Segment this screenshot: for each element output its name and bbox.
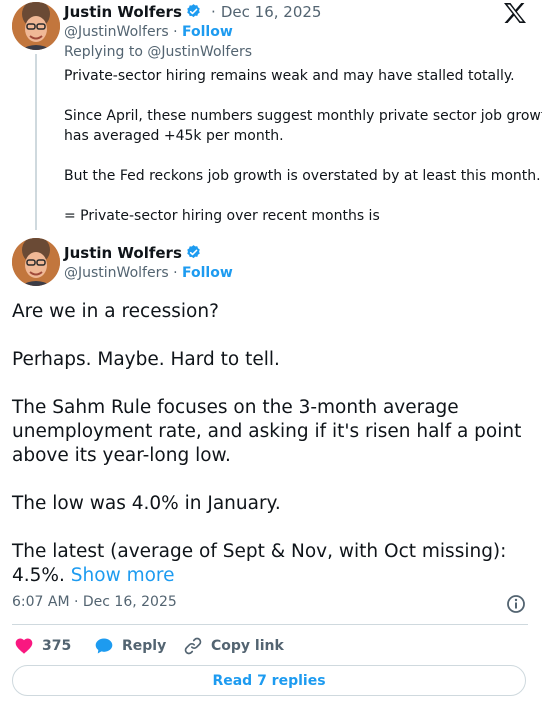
avatar-image [12,238,60,286]
copy-link-label: Copy link [211,638,284,654]
show-more-link[interactable]: Show more [71,565,175,586]
info-icon[interactable] [506,594,526,618]
author-handle-line: @JustinWolfers · Follow [64,265,233,281]
link-icon [184,637,202,655]
main-tweet-text: Are we in a recession? Perhaps. Maybe. H… [12,300,532,588]
verified-badge-icon [187,245,200,259]
separator: · [173,265,178,281]
like-button[interactable]: 375 [14,634,71,658]
text-line: The Sahm Rule focuses on the 3-month ave… [12,397,459,418]
reply-label: Reply [122,638,167,654]
author-handle[interactable]: @JustinWolfers [64,24,169,40]
avatar-image [12,2,60,50]
like-count: 375 [42,638,72,654]
text-line: The latest (average of Sept & Nov, with … [12,541,507,562]
tweet-date[interactable]: Dec 16, 2025 [221,3,322,21]
text-line-last: 4.5%. Show more [12,564,532,588]
read-replies-label: Read 7 replies [212,672,326,689]
separator: · [173,24,178,40]
main-tweet-header: Justin Wolfers [64,243,202,262]
tweet-timestamp[interactable]: 6:07 AM · Dec 16, 2025 [12,594,177,610]
separator: · [210,3,216,21]
reply-button[interactable]: Reply [94,634,166,658]
thread-line [35,54,37,230]
avatar[interactable] [12,2,60,50]
text-line: 4.5%. [12,565,65,586]
author-name[interactable]: Justin Wolfers [64,3,182,21]
verified-badge-icon [187,4,200,18]
reply-tweet-header: Justin Wolfers · Dec 16, 2025 [64,2,321,21]
text-line: Are we in a recession? [12,301,219,322]
text-line: above its year-long low. [12,445,231,466]
speech-bubble-icon [95,638,113,654]
avatar[interactable] [12,238,60,286]
replying-to[interactable]: Replying to @JustinWolfers [64,44,252,60]
author-name[interactable]: Justin Wolfers [64,244,182,262]
text-line: The low was 4.0% in January. [12,493,281,514]
read-replies-button[interactable]: Read 7 replies [12,665,526,696]
copy-link-button[interactable]: Copy link [183,634,284,658]
follow-button[interactable]: Follow [182,24,233,40]
text-line: = Private-sector hiring over recent mont… [64,208,380,224]
text-line: Private-sector hiring remains weak and m… [64,68,515,84]
x-logo-icon[interactable] [503,2,527,28]
text-line: has averaged +45k per month. [64,128,284,144]
text-line: Since April, these numbers suggest month… [64,108,542,124]
text-line: unemployment rate, and asking if it's ri… [12,421,522,442]
divider [12,624,528,625]
follow-button[interactable]: Follow [182,265,233,281]
heart-icon [15,638,33,654]
author-handle[interactable]: @JustinWolfers [64,265,169,281]
author-handle-line: @JustinWolfers · Follow [64,24,233,40]
text-line: But the Fed reckons job growth is overst… [64,168,541,184]
reply-tweet-text: Private-sector hiring remains weak and m… [64,66,542,226]
text-line: Perhaps. Maybe. Hard to tell. [12,349,280,370]
